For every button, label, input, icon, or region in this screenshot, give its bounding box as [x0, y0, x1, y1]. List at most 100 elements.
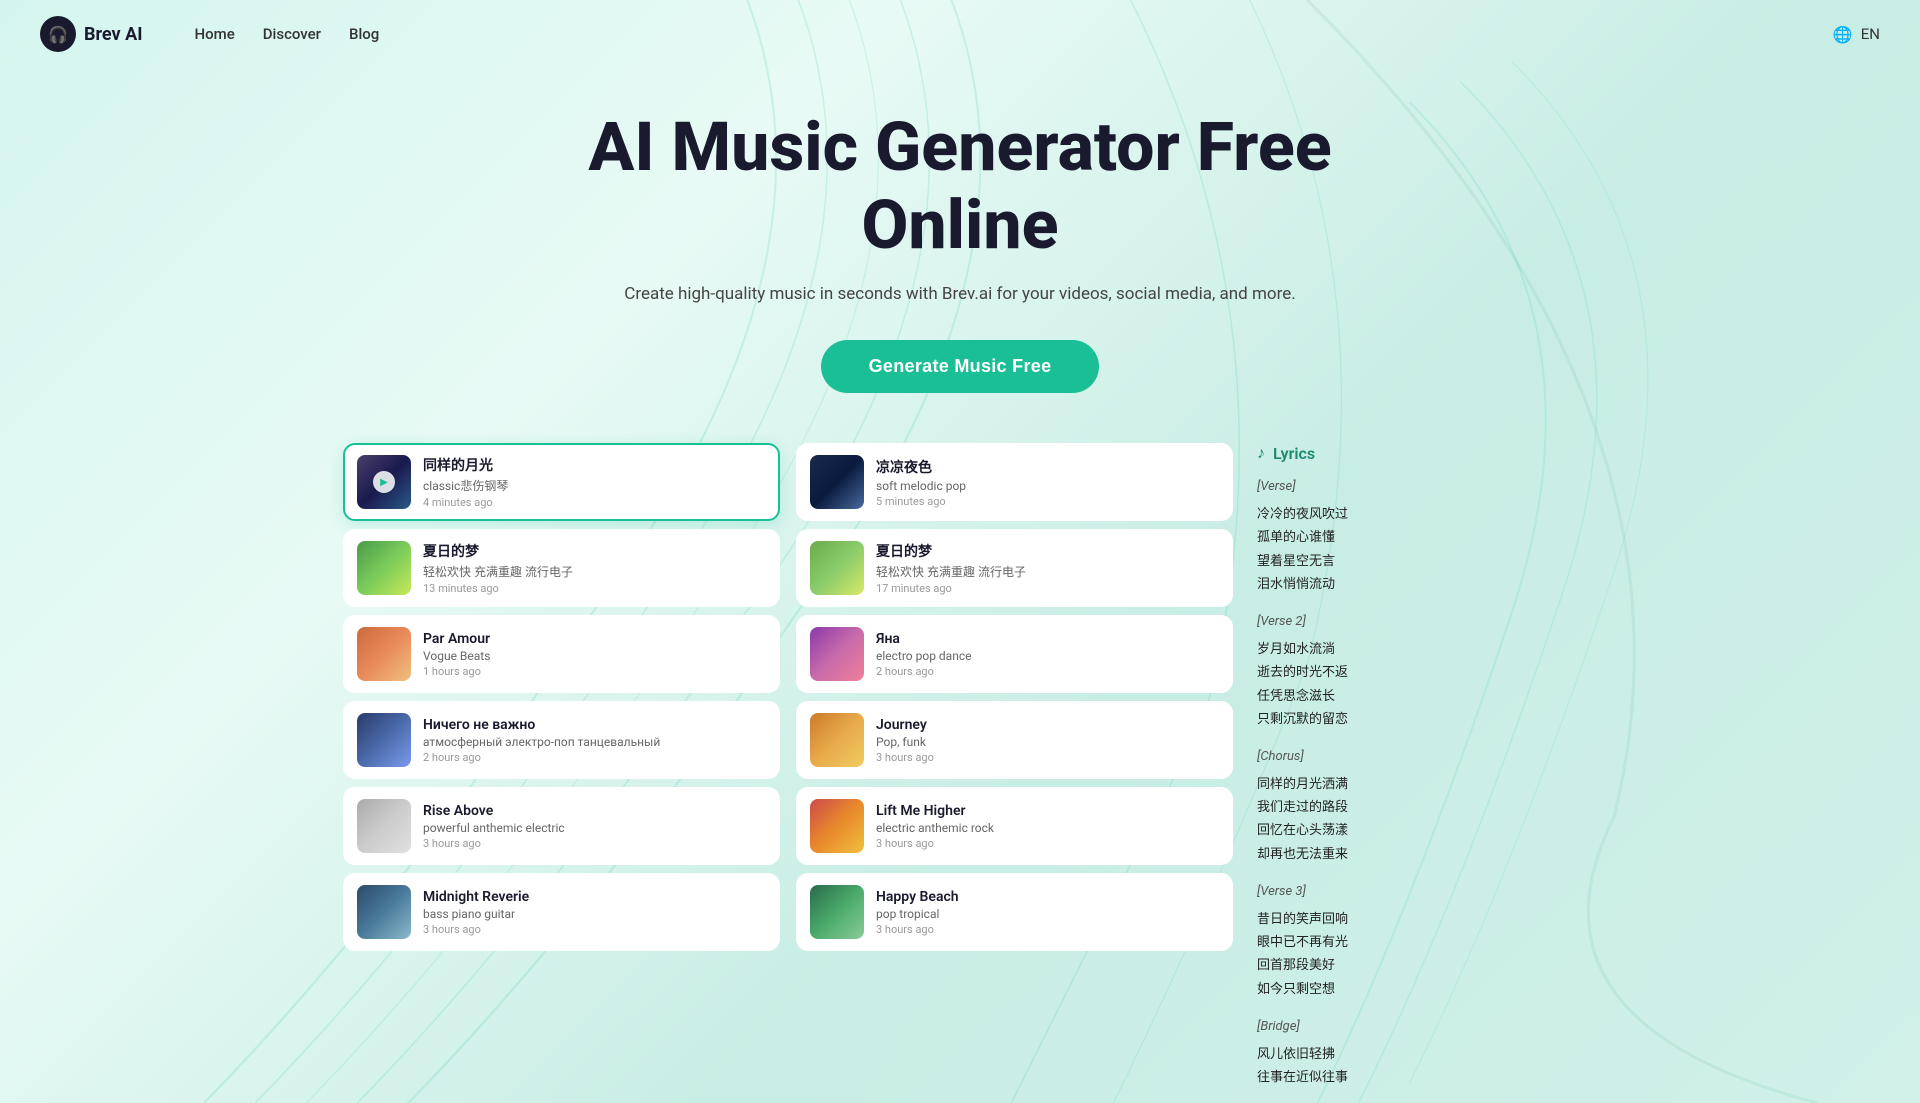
card-title: Rise Above	[423, 803, 766, 819]
card-thumbnail	[810, 541, 864, 595]
logo-icon: 🎧	[40, 16, 76, 52]
lyrics-panel: ♪ Lyrics [Verse]冷冷的夜风吹过孤单的心谁懂望着星空无言泪水悄悄流…	[1257, 443, 1577, 1103]
lyrics-section-label: [Verse]	[1257, 475, 1577, 498]
card-info: 同样的月光 classic悲伤钢琴 4 minutes ago	[423, 455, 766, 509]
lyrics-line: 如今只剩空想	[1257, 978, 1577, 1001]
card-time: 3 hours ago	[423, 923, 766, 936]
music-card-midnight-reverie[interactable]: Midnight Reverie bass piano guitar 3 hou…	[343, 873, 780, 951]
card-info: 夏日的梦 轻松欢快 充满重趣 流行电子 13 minutes ago	[423, 541, 766, 595]
card-genre: Vogue Beats	[423, 649, 766, 663]
card-genre: pop tropical	[876, 907, 1219, 921]
music-card-par-amour[interactable]: Par Amour Vogue Beats 1 hours ago	[343, 615, 780, 693]
card-title: Midnight Reverie	[423, 889, 766, 905]
generate-button[interactable]: Generate Music Free	[821, 340, 1100, 393]
lyrics-content: [Verse]冷冷的夜风吹过孤单的心谁懂望着星空无言泪水悄悄流动[Verse 2…	[1257, 475, 1577, 1089]
card-time: 3 hours ago	[876, 837, 1219, 850]
music-card-happy-beach[interactable]: Happy Beach pop tropical 3 hours ago	[796, 873, 1233, 951]
lyrics-section: [Verse 3]昔日的笑声回响眼中已不再有光回首那段美好如今只剩空想	[1257, 880, 1577, 1001]
card-title: Яна	[876, 631, 1219, 647]
music-card-cool-night[interactable]: 凉凉夜色 soft melodic pop 5 minutes ago	[796, 443, 1233, 521]
card-thumbnail	[810, 885, 864, 939]
card-thumbnail	[810, 799, 864, 853]
card-info: Journey Pop, funk 3 hours ago	[876, 717, 1219, 764]
music-card-lift-me-higher[interactable]: Lift Me Higher electric anthemic rock 3 …	[796, 787, 1233, 865]
music-card-summer-dream-2[interactable]: 夏日的梦 轻松欢快 充满重趣 流行电子 17 minutes ago	[796, 529, 1233, 607]
nav-blog[interactable]: Blog	[349, 25, 379, 43]
lyrics-line: 同样的月光洒满	[1257, 773, 1577, 796]
card-info: Happy Beach pop tropical 3 hours ago	[876, 889, 1219, 936]
lyrics-section-label: [Verse 3]	[1257, 880, 1577, 903]
content-area: ▶ 同样的月光 classic悲伤钢琴 4 minutes ago 夏日的梦 轻…	[0, 423, 1920, 1103]
card-time: 3 hours ago	[876, 923, 1219, 936]
card-thumbnail	[357, 627, 411, 681]
music-card-summer-dream-1[interactable]: 夏日的梦 轻松欢快 充满重趣 流行电子 13 minutes ago	[343, 529, 780, 607]
lyrics-section-label: [Chorus]	[1257, 745, 1577, 768]
music-col-right: 凉凉夜色 soft melodic pop 5 minutes ago 夏日的梦…	[796, 443, 1233, 1103]
card-time: 3 hours ago	[423, 837, 766, 850]
card-thumbnail	[810, 627, 864, 681]
lyrics-line: 我们走过的路段	[1257, 796, 1577, 819]
card-time: 2 hours ago	[423, 751, 766, 764]
card-info: Par Amour Vogue Beats 1 hours ago	[423, 631, 766, 678]
music-card-journey[interactable]: Journey Pop, funk 3 hours ago	[796, 701, 1233, 779]
music-card-nichego[interactable]: Ничего не важно атмосферный электро-поп …	[343, 701, 780, 779]
lyrics-line: 逝去的时光不返	[1257, 661, 1577, 684]
card-time: 4 minutes ago	[423, 496, 766, 509]
lyrics-line: 回忆在心头荡漾	[1257, 819, 1577, 842]
lyrics-line: 风儿依旧轻拂	[1257, 1043, 1577, 1066]
music-card-yana[interactable]: Яна electro pop dance 2 hours ago	[796, 615, 1233, 693]
card-genre: атмосферный электро-поп танцевальный	[423, 735, 766, 749]
lyrics-line: 泪水悄悄流动	[1257, 573, 1577, 596]
card-time: 2 hours ago	[876, 665, 1219, 678]
lyrics-line: 昔日的笑声回响	[1257, 908, 1577, 931]
card-genre: soft melodic pop	[876, 479, 1219, 493]
card-title: 夏日的梦	[876, 541, 1219, 561]
nav-discover[interactable]: Discover	[263, 25, 321, 43]
navbar: 🎧 Brev AI Home Discover Blog 🌐 EN	[0, 0, 1920, 68]
nav-home[interactable]: Home	[194, 25, 234, 43]
card-thumbnail	[357, 799, 411, 853]
hero-subtitle: Create high-quality music in seconds wit…	[20, 284, 1900, 304]
card-title: Journey	[876, 717, 1219, 733]
card-time: 5 minutes ago	[876, 495, 1219, 508]
lyrics-section-label: [Verse 2]	[1257, 610, 1577, 633]
language-label[interactable]: EN	[1861, 25, 1880, 43]
card-title: Ничего не важно	[423, 717, 766, 733]
card-info: Lift Me Higher electric anthemic rock 3 …	[876, 803, 1219, 850]
card-thumbnail	[357, 713, 411, 767]
music-col-left: ▶ 同样的月光 classic悲伤钢琴 4 minutes ago 夏日的梦 轻…	[343, 443, 780, 1103]
lyrics-line: 只剩沉默的留恋	[1257, 708, 1577, 731]
lyrics-line: 眼中已不再有光	[1257, 931, 1577, 954]
lyrics-line: 任凭思念滋长	[1257, 685, 1577, 708]
card-genre: 轻松欢快 充满重趣 流行电子	[423, 563, 766, 580]
card-title: Par Amour	[423, 631, 766, 647]
card-thumbnail	[810, 713, 864, 767]
card-time: 1 hours ago	[423, 665, 766, 678]
lyrics-section: [Bridge]风儿依旧轻拂往事在近似往事	[1257, 1015, 1577, 1089]
hero-title: AI Music Generator Free Online	[20, 108, 1900, 264]
lyrics-section: [Verse 2]岁月如水流淌逝去的时光不返任凭思念滋长只剩沉默的留恋	[1257, 610, 1577, 731]
music-note-icon: ♪	[1257, 443, 1265, 463]
card-info: 夏日的梦 轻松欢快 充满重趣 流行电子 17 minutes ago	[876, 541, 1219, 595]
music-columns: ▶ 同样的月光 classic悲伤钢琴 4 minutes ago 夏日的梦 轻…	[343, 443, 1233, 1103]
card-info: 凉凉夜色 soft melodic pop 5 minutes ago	[876, 457, 1219, 508]
lyrics-line: 冷冷的夜风吹过	[1257, 503, 1577, 526]
music-card-moonlight[interactable]: ▶ 同样的月光 classic悲伤钢琴 4 minutes ago	[343, 443, 780, 521]
card-info: Rise Above powerful anthemic electric 3 …	[423, 803, 766, 850]
play-button[interactable]: ▶	[373, 471, 395, 493]
brand-name: Brev AI	[84, 24, 142, 45]
logo[interactable]: 🎧 Brev AI	[40, 16, 142, 52]
card-genre: Pop, funk	[876, 735, 1219, 749]
card-title: Happy Beach	[876, 889, 1219, 905]
card-genre: electric anthemic rock	[876, 821, 1219, 835]
card-thumbnail	[357, 885, 411, 939]
nav-right: 🌐 EN	[1833, 25, 1880, 44]
card-title: 同样的月光	[423, 455, 766, 475]
card-genre: bass piano guitar	[423, 907, 766, 921]
card-thumbnail	[810, 455, 864, 509]
lyrics-section-label: [Bridge]	[1257, 1015, 1577, 1038]
hero-section: AI Music Generator Free Online Create hi…	[0, 68, 1920, 423]
card-info: Midnight Reverie bass piano guitar 3 hou…	[423, 889, 766, 936]
lyrics-title: Lyrics	[1273, 444, 1315, 463]
music-card-rise-above[interactable]: Rise Above powerful anthemic electric 3 …	[343, 787, 780, 865]
